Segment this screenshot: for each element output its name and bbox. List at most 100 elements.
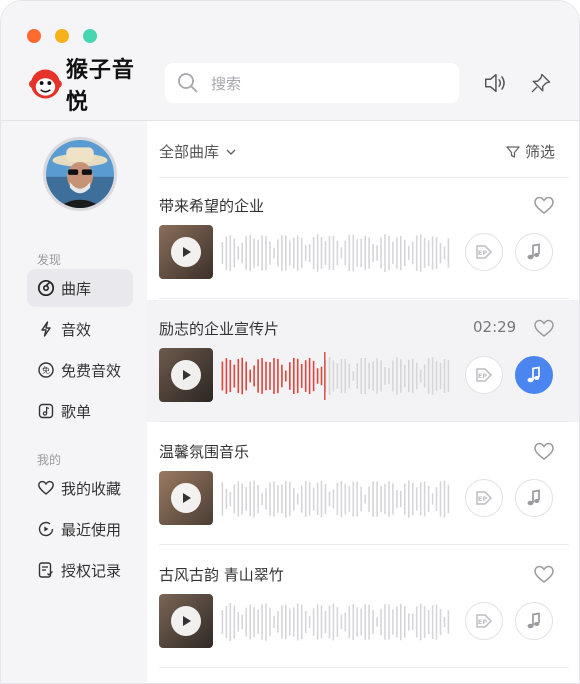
waveform-bar (384, 483, 386, 514)
track-row[interactable]: 励志的企业宣传片 02:29 EP (147, 300, 579, 422)
waveform-bar (392, 609, 394, 635)
music-note-button[interactable] (515, 356, 553, 394)
favorite-heart-icon[interactable] (533, 441, 555, 461)
waveform-bar (304, 481, 307, 517)
waveform-bar (320, 480, 323, 518)
library-dropdown[interactable]: 全部曲库 (159, 141, 237, 162)
maximize-window-button[interactable] (83, 29, 97, 43)
waveform-bar (443, 617, 446, 628)
waveform[interactable] (221, 475, 451, 523)
music-note-button[interactable] (515, 233, 553, 271)
track-cover[interactable] (159, 225, 213, 279)
music-note-button[interactable] (515, 479, 553, 517)
waveform-bar (269, 362, 271, 390)
track-row[interactable]: 带来希望的企业 EP (147, 177, 579, 299)
filter-button[interactable]: 筛选 (505, 141, 555, 162)
volume-icon (484, 73, 505, 93)
track-cover[interactable] (159, 471, 213, 525)
avatar[interactable] (43, 137, 117, 211)
toolbar: 全部曲库 筛选 (159, 141, 559, 163)
waveform-bar (396, 606, 398, 638)
waveform-bar (241, 357, 243, 395)
waveform-bar (419, 603, 422, 641)
waveform-bar (273, 247, 275, 259)
close-window-button[interactable] (27, 29, 41, 43)
waveform-bar (265, 488, 267, 510)
waveform-bar (376, 481, 378, 517)
waveform-bar (253, 606, 255, 638)
sidebar-item-label: 最近使用 (61, 520, 122, 539)
waveform-bar (316, 482, 319, 516)
ep-icon: EP (476, 368, 493, 382)
ep-button[interactable]: EP (465, 479, 503, 517)
waveform-bar (300, 604, 303, 640)
pin-button[interactable] (527, 69, 555, 97)
sidebar-item-label: 音效 (61, 320, 92, 339)
volume-button[interactable] (481, 69, 509, 97)
waveform-bar (253, 238, 255, 268)
sidebar-item-free-sound-effects[interactable]: 免 免费音效 (27, 351, 133, 389)
track-row[interactable]: 古风古韵 青山翠竹 EP (147, 546, 579, 668)
waveform-bar (312, 487, 315, 511)
waveform[interactable] (221, 598, 451, 646)
waveform-bar (249, 369, 251, 383)
sidebar-item-license-records[interactable]: 授权记录 (27, 551, 133, 589)
waveform-bar (415, 606, 418, 638)
waveform-bar (312, 608, 315, 636)
waveform-bar (296, 358, 299, 394)
heart-icon (38, 480, 54, 495)
waveform-bar (233, 364, 236, 388)
waveform-bar (352, 234, 355, 272)
waveform-bar (273, 616, 275, 628)
waveform-bar (340, 480, 343, 518)
waveform-bar (392, 360, 394, 392)
waveform-bar (320, 605, 323, 639)
play-button[interactable] (171, 237, 201, 267)
waveform[interactable] (221, 352, 451, 400)
waveform-bar (245, 487, 247, 511)
waveform-bar (376, 358, 378, 394)
sidebar-item-library[interactable]: 曲库 (27, 269, 133, 307)
waveform-bar (328, 605, 331, 639)
favorite-heart-icon[interactable] (533, 195, 555, 215)
play-button[interactable] (171, 606, 201, 636)
play-button[interactable] (171, 483, 201, 513)
sidebar-item-sound-effects[interactable]: 音效 (27, 310, 133, 348)
waveform-bar (372, 481, 374, 517)
sidebar-item-recent[interactable]: 最近使用 (27, 510, 133, 548)
waveform-bar (285, 604, 287, 640)
ep-button[interactable]: EP (465, 356, 503, 394)
waveform-bar (360, 238, 362, 268)
track-cover[interactable] (159, 348, 213, 402)
waveform-bar (415, 362, 418, 390)
waveform-bar (300, 485, 303, 513)
favorite-heart-icon[interactable] (533, 318, 555, 338)
sidebar-item-favorites[interactable]: 我的收藏 (27, 469, 133, 507)
play-icon (183, 493, 191, 503)
track-cover[interactable] (159, 594, 213, 648)
waveform-bar (277, 239, 279, 267)
minimize-window-button[interactable] (55, 29, 69, 43)
waveform-bar (336, 363, 339, 389)
waveform-bar (320, 366, 323, 386)
waveform[interactable] (221, 229, 451, 277)
play-button[interactable] (171, 360, 201, 390)
sidebar-item-playlists[interactable]: 歌单 (27, 392, 133, 430)
favorite-heart-icon[interactable] (533, 564, 555, 584)
waveform-bar (411, 613, 414, 631)
waveform-bar (408, 359, 410, 393)
music-note-button[interactable] (515, 602, 553, 640)
ep-button[interactable]: EP (465, 233, 503, 271)
waveform-bar (400, 359, 402, 393)
search-input[interactable]: 搜索 (165, 63, 459, 103)
waveform-bar (408, 480, 410, 518)
ep-button[interactable]: EP (465, 602, 503, 640)
section-title-mine: 我的 (37, 453, 62, 467)
waveform-bar (249, 234, 251, 272)
track-title: 温馨氛围音乐 (159, 443, 250, 461)
waveform-bar (384, 604, 386, 640)
track-row[interactable]: 温馨氛围音乐 EP (147, 423, 579, 545)
waveform-bar (229, 603, 232, 641)
waveform-bar (296, 493, 299, 505)
waveform-bar (388, 604, 390, 640)
